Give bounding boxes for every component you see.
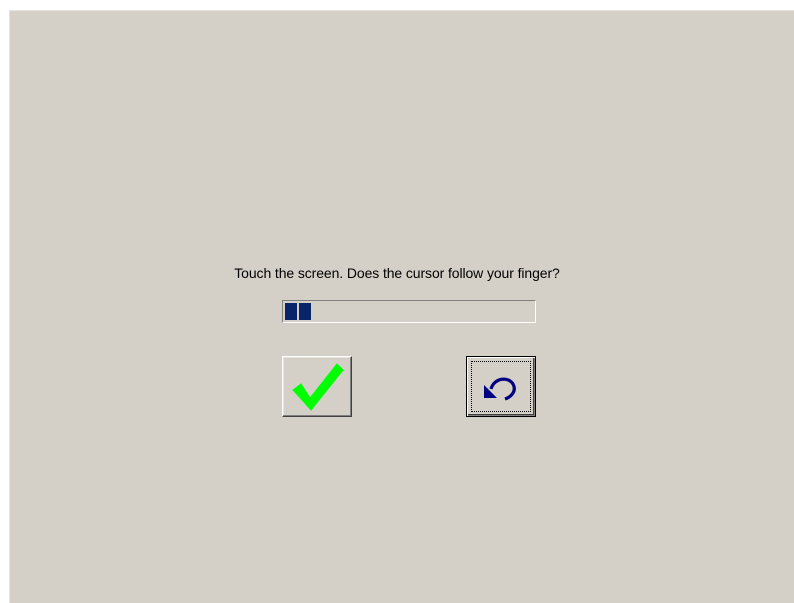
checkmark-icon (292, 362, 344, 411)
progress-block (285, 303, 297, 320)
progress-block (299, 303, 311, 320)
undo-arrow-icon (484, 377, 516, 401)
retry-button[interactable] (466, 356, 536, 417)
progress-fill (285, 303, 533, 320)
confirm-button[interactable] (282, 356, 352, 417)
calibration-prompt: Touch the screen. Does the cursor follow… (234, 265, 560, 281)
countdown-progress-bar (282, 300, 536, 323)
